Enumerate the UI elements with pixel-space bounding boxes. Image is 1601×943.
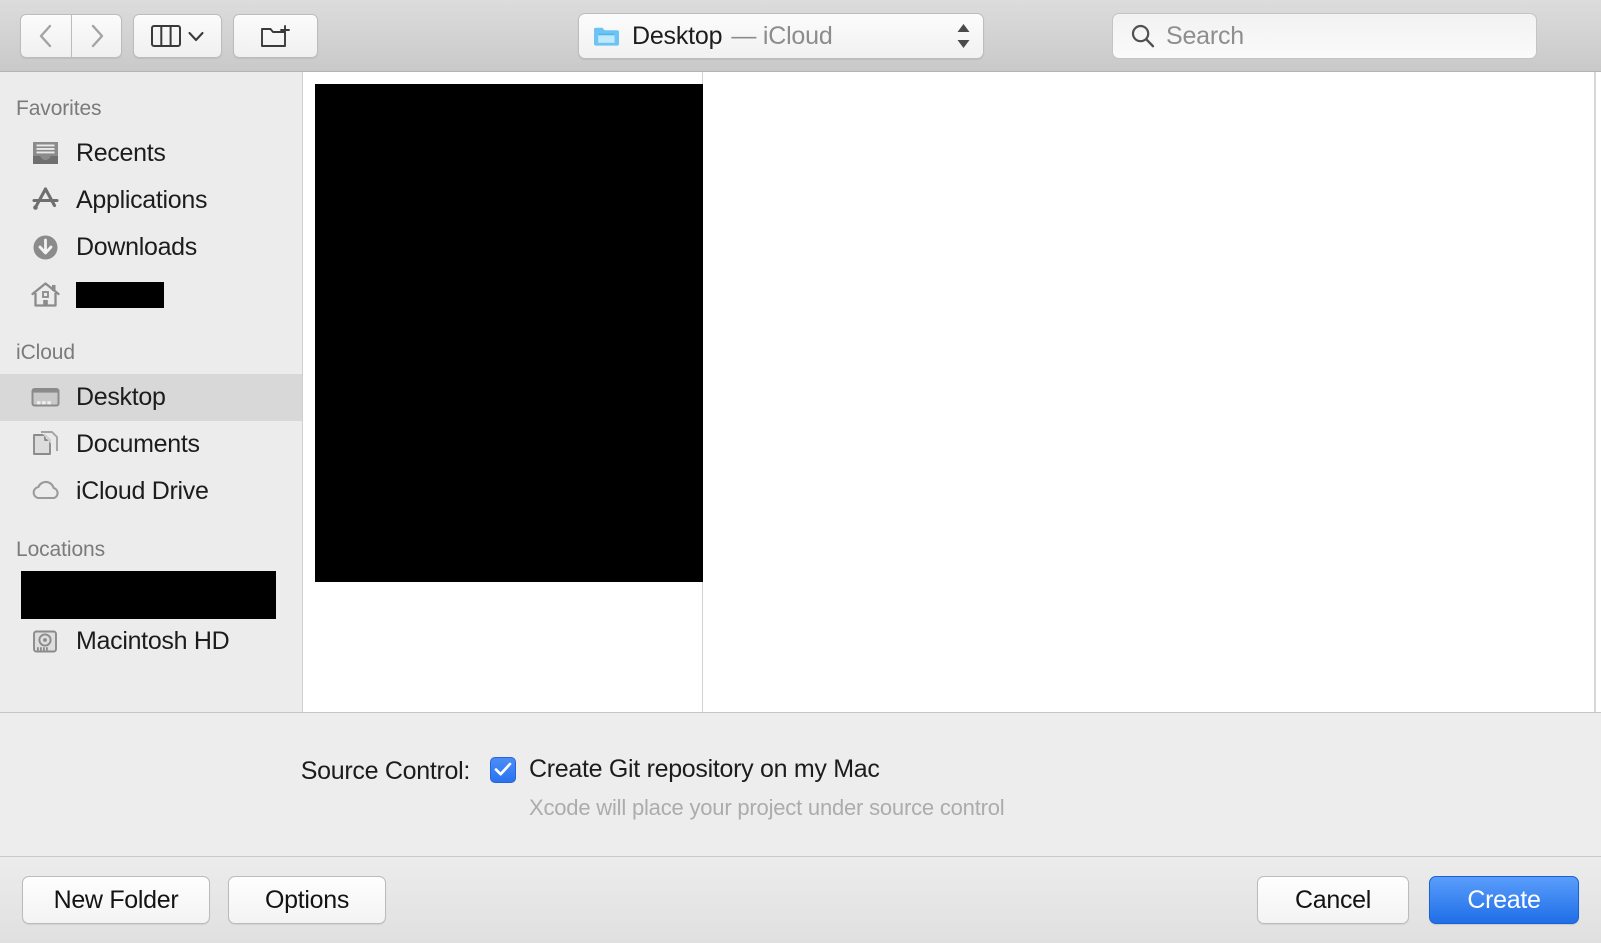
source-control-accessory-view: Source Control: Create Git repository on… — [0, 713, 1601, 857]
source-control-help-text: Xcode will place your project under sour… — [529, 795, 1005, 820]
sidebar-item-label: Documents — [76, 430, 200, 458]
sidebar-item-macintosh-hd[interactable]: Macintosh HD — [0, 618, 302, 665]
chevron-right-icon — [91, 24, 103, 48]
sidebar-item-desktop[interactable]: Desktop — [0, 374, 302, 421]
folder-icon — [593, 25, 620, 47]
browser-column-two[interactable] — [703, 72, 1595, 712]
sidebar-item-recents[interactable]: Recents — [0, 130, 302, 177]
sidebar: Favorites Recents Applications Downloads… — [0, 72, 303, 712]
browser-column-one[interactable] — [303, 72, 710, 712]
path-popup-subtitle: — iCloud — [731, 21, 833, 50]
redacted-file-list — [315, 84, 710, 582]
sidebar-item-label: iCloud Drive — [76, 477, 209, 505]
save-panel-dialog: Desktop — iCloud Search Favorites Recent… — [0, 0, 1601, 943]
create-git-repository-label: Create Git repository on my Mac — [529, 755, 880, 783]
cloud-icon — [30, 477, 68, 506]
desktop-icon — [30, 383, 68, 412]
sidebar-item-downloads[interactable]: Downloads — [0, 224, 302, 271]
sidebar-item-home[interactable] — [0, 271, 302, 318]
create-button[interactable]: Create — [1429, 876, 1579, 924]
applications-icon — [30, 186, 68, 215]
view-mode-button[interactable] — [133, 14, 222, 58]
browser-body: Favorites Recents Applications Downloads… — [0, 72, 1601, 713]
column-view-icon — [151, 25, 181, 47]
home-icon — [30, 280, 68, 309]
navigation-button-group — [20, 14, 122, 58]
toolbar: Desktop — iCloud Search — [0, 0, 1601, 72]
sidebar-item-label: Desktop — [76, 383, 166, 411]
hard-drive-icon — [30, 627, 68, 656]
new-folder-icon — [260, 25, 290, 47]
chevron-left-icon — [39, 24, 52, 48]
search-icon — [1130, 23, 1156, 49]
footer-action-buttons: Cancel Create — [1257, 876, 1579, 924]
sidebar-item-label: Recents — [76, 139, 166, 167]
stepper-icon — [954, 21, 973, 51]
sidebar-section-icloud-header: iCloud — [16, 341, 75, 364]
redacted-location-name — [21, 570, 276, 619]
path-popup-button[interactable]: Desktop — iCloud — [578, 13, 984, 59]
downloads-icon — [30, 233, 68, 262]
documents-icon — [30, 430, 68, 459]
create-git-repository-checkbox-row[interactable]: Create Git repository on my Mac — [490, 755, 1004, 784]
search-placeholder: Search — [1166, 21, 1245, 50]
options-button[interactable]: Options — [228, 876, 386, 924]
sidebar-item-documents[interactable]: Documents — [0, 421, 302, 468]
sidebar-item-applications[interactable]: Applications — [0, 177, 302, 224]
sidebar-item-icloud-drive[interactable]: iCloud Drive — [0, 468, 302, 515]
source-control-label: Source Control: — [300, 757, 471, 785]
sidebar-item-redacted-location[interactable] — [0, 570, 302, 619]
path-popup-title: Desktop — [632, 21, 723, 50]
recents-tray-icon — [30, 139, 68, 168]
cancel-button[interactable]: Cancel — [1257, 876, 1409, 924]
new-folder-toolbar-button[interactable] — [233, 14, 318, 58]
new-folder-button[interactable]: New Folder — [22, 876, 210, 924]
browser-right-edge — [1595, 72, 1601, 712]
search-field[interactable]: Search — [1112, 13, 1537, 59]
forward-button[interactable] — [71, 14, 122, 58]
sidebar-item-label: Applications — [76, 186, 208, 214]
sidebar-section-locations-header: Locations — [16, 538, 105, 561]
back-button[interactable] — [20, 14, 71, 58]
sidebar-section-favorites-header: Favorites — [16, 97, 102, 120]
checkmark-icon — [494, 762, 512, 776]
sidebar-item-label: Macintosh HD — [76, 627, 230, 655]
chevron-down-icon — [188, 31, 204, 41]
footer-bar: New Folder Options Cancel Create — [0, 857, 1601, 943]
file-browser[interactable] — [303, 72, 1601, 712]
create-git-repository-checkbox[interactable] — [490, 756, 516, 783]
redacted-home-name — [76, 281, 164, 308]
sidebar-item-label: Downloads — [76, 233, 197, 261]
